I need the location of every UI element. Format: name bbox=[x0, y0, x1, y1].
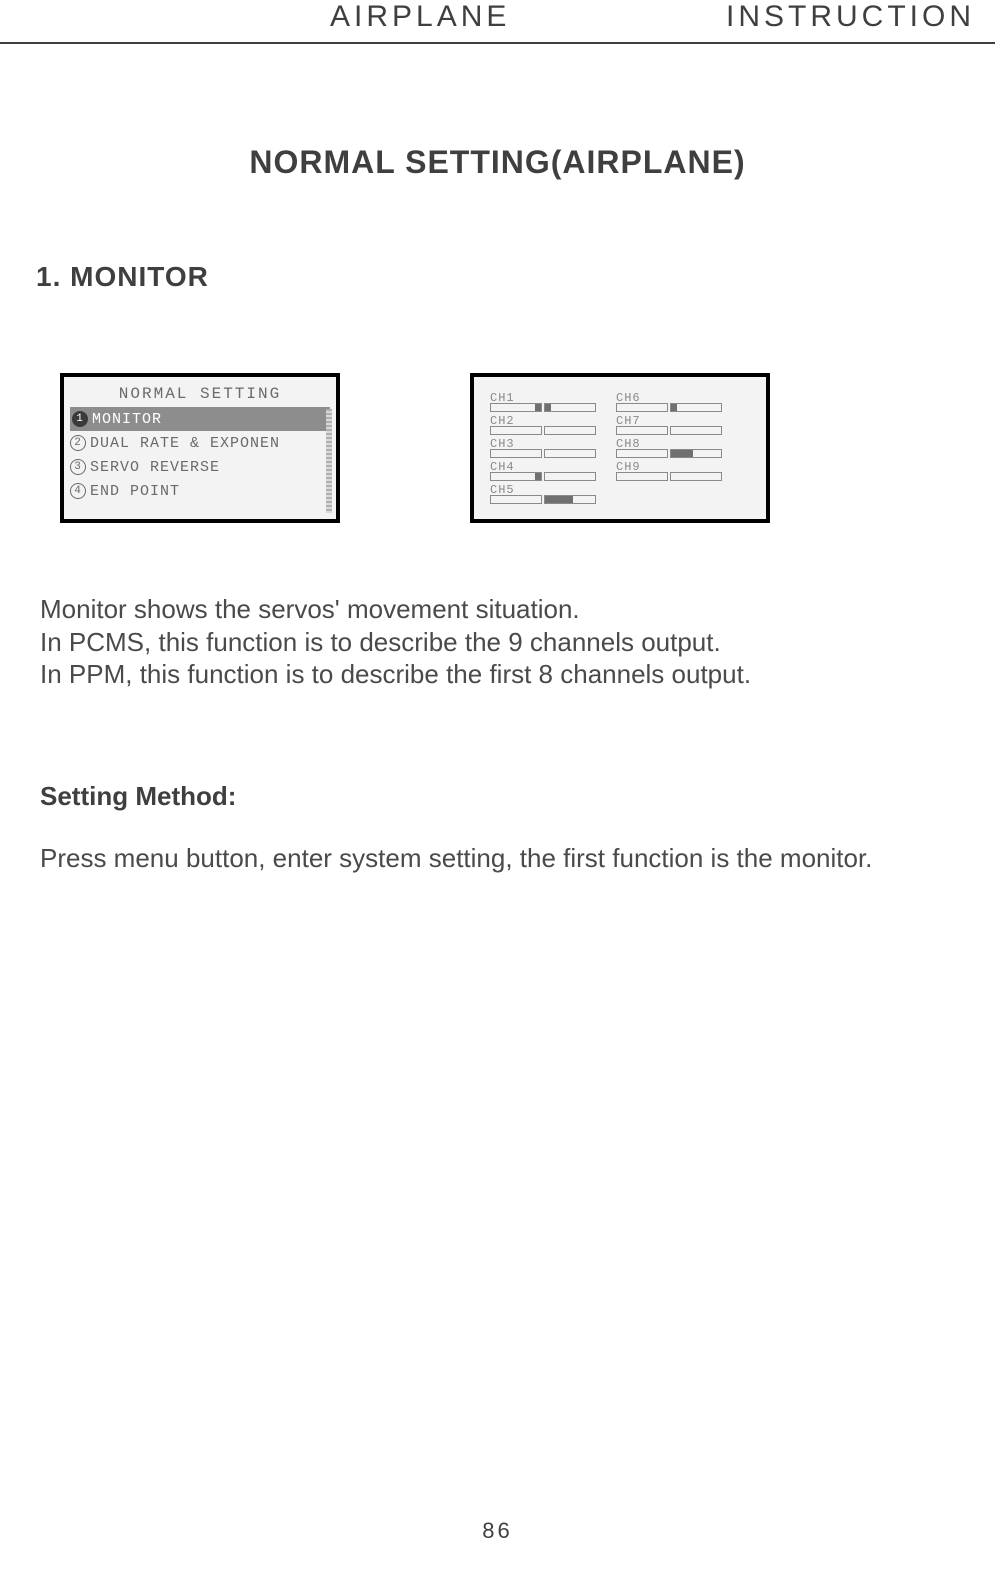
lcd-channel: CH9 bbox=[616, 460, 722, 481]
description-line: In PCMS, this function is to describe th… bbox=[40, 626, 955, 659]
lcd-channel: CH5 bbox=[490, 483, 596, 504]
lcd-monitor-screen: CH1 CH2 CH3 CH4 bbox=[470, 373, 770, 523]
lcd-scrollbar bbox=[326, 409, 332, 513]
lcd-channel-column-left: CH1 CH2 CH3 CH4 bbox=[490, 391, 596, 504]
lcd-menu-num: 2 bbox=[70, 435, 86, 451]
description-line: Monitor shows the servos' movement situa… bbox=[40, 593, 955, 626]
header-left: AIRPLANE bbox=[330, 0, 510, 34]
section-heading: 1. MONITOR bbox=[36, 261, 995, 293]
lcd-menu-item: 3 SERVO REVERSE bbox=[70, 455, 330, 479]
page-header: AIRPLANE INSTRUCTION bbox=[0, 0, 995, 44]
lcd-menu-num: 3 bbox=[70, 459, 86, 475]
lcd-menu-label: MONITOR bbox=[92, 411, 162, 428]
lcd-screenshots: NORMAL SETTING 1 MONITOR 2 DUAL RATE & E… bbox=[60, 373, 995, 523]
lcd-channel: CH6 bbox=[616, 391, 722, 412]
lcd-channel-label: CH7 bbox=[616, 414, 722, 426]
lcd-channel-label: CH2 bbox=[490, 414, 596, 426]
lcd-channel: CH2 bbox=[490, 414, 596, 435]
lcd-channel-label: CH5 bbox=[490, 483, 596, 495]
lcd-menu-item: 4 END POINT bbox=[70, 479, 330, 503]
lcd-menu-title: NORMAL SETTING bbox=[70, 385, 330, 403]
lcd-channel-label: CH9 bbox=[616, 460, 722, 472]
setting-method-paragraph: Press menu button, enter system setting,… bbox=[40, 842, 955, 876]
lcd-menu-item: 2 DUAL RATE & EXPONEN bbox=[70, 431, 330, 455]
lcd-channel-label: CH6 bbox=[616, 391, 722, 403]
lcd-menu-num: 4 bbox=[70, 483, 86, 499]
lcd-channel-label: CH3 bbox=[490, 437, 596, 449]
lcd-menu-num: 1 bbox=[72, 411, 88, 427]
description-line: In PPM, this function is to describe the… bbox=[40, 658, 955, 691]
lcd-channel: CH1 bbox=[490, 391, 596, 412]
lcd-channel: CH8 bbox=[616, 437, 722, 458]
lcd-menu-label: DUAL RATE & EXPONEN bbox=[90, 435, 280, 452]
setting-method-heading: Setting Method: bbox=[40, 781, 955, 812]
lcd-channel-label: CH8 bbox=[616, 437, 722, 449]
lcd-channel: CH3 bbox=[490, 437, 596, 458]
page-title: NORMAL SETTING(AIRPLANE) bbox=[0, 144, 995, 181]
lcd-menu-item-selected: 1 MONITOR bbox=[70, 407, 330, 431]
lcd-menu-label: SERVO REVERSE bbox=[90, 459, 220, 476]
lcd-channel-label: CH1 bbox=[490, 391, 596, 403]
description-paragraph: Monitor shows the servos' movement situa… bbox=[40, 593, 955, 691]
lcd-menu-screen: NORMAL SETTING 1 MONITOR 2 DUAL RATE & E… bbox=[60, 373, 340, 523]
lcd-channel-column-right: CH6 CH7 CH8 CH9 bbox=[616, 391, 722, 504]
page: AIRPLANE INSTRUCTION NORMAL SETTING(AIRP… bbox=[0, 0, 995, 1574]
lcd-channel-label: CH4 bbox=[490, 460, 596, 472]
page-number: 86 bbox=[0, 1518, 995, 1544]
lcd-menu-label: END POINT bbox=[90, 483, 180, 500]
lcd-channel: CH7 bbox=[616, 414, 722, 435]
header-right: INSTRUCTION bbox=[726, 0, 975, 34]
lcd-channel: CH4 bbox=[490, 460, 596, 481]
